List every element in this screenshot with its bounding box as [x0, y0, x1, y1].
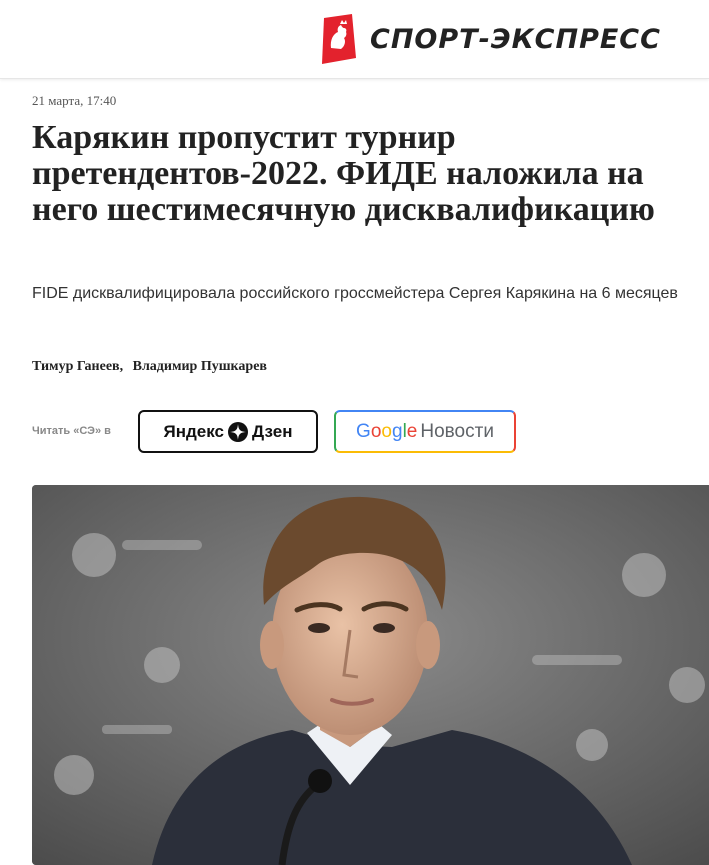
logo-wordmark: СПОРТ-ЭКСПРЕСС: [370, 23, 661, 55]
google-letter: g: [391, 420, 403, 442]
author-separator: ,: [119, 359, 124, 374]
publish-date: 21 марта, 17:40: [32, 93, 117, 108]
portrait-image: [32, 485, 709, 865]
rooster-logo-icon: [322, 14, 356, 64]
author-link[interactable]: Тимур Ганеев: [32, 359, 120, 374]
google-news-button[interactable]: Google Новости: [334, 410, 516, 453]
author-link[interactable]: Владимир Пушкарев: [133, 359, 267, 374]
site-logo[interactable]: СПОРТ-ЭКСПРЕСС: [318, 14, 661, 64]
site-header: СПОРТ-ЭКСПРЕСС: [0, 0, 709, 79]
article-authors: Тимур Ганеев, Владимир Пушкарев: [32, 359, 267, 375]
article-photo: [32, 485, 709, 865]
read-in-label: Читать «СЭ» в: [32, 425, 111, 437]
article-lead: FIDE дисквалифицировала российского грос…: [32, 285, 678, 302]
google-news-text: Новости: [420, 420, 494, 442]
yandex-dzen-button[interactable]: Яндекс Дзен: [138, 410, 318, 453]
dzen-yandex-text: Яндекс: [163, 421, 224, 441]
google-letter: e: [406, 420, 418, 442]
dzen-star-icon: [228, 421, 248, 442]
google-letter: o: [381, 420, 392, 442]
google-letter: G: [356, 420, 371, 442]
article-headline: Карякин пропустит турнир претендентов-20…: [32, 119, 655, 228]
dzen-text: Дзен: [252, 421, 293, 441]
google-wordmark: Google: [356, 421, 417, 443]
google-letter: o: [370, 420, 382, 442]
